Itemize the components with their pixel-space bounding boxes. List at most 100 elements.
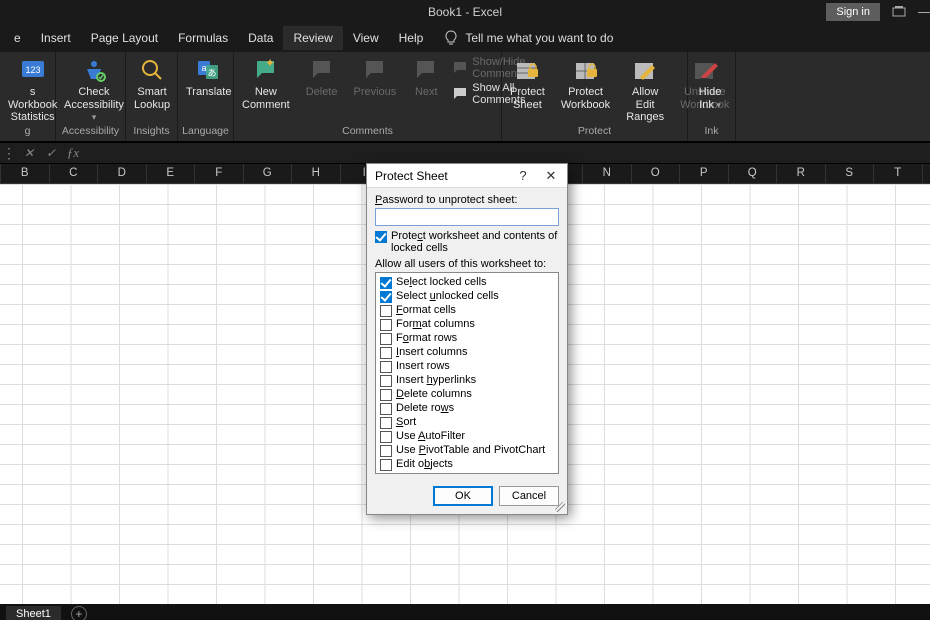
permission-checkbox[interactable] — [380, 333, 392, 345]
ink-icon — [696, 56, 724, 84]
permission-checkbox[interactable] — [380, 291, 392, 303]
lookup-icon — [138, 56, 166, 84]
password-input[interactable] — [375, 208, 559, 226]
cancel-formula-icon: ✕ — [20, 144, 38, 162]
permission-row[interactable]: Delete columns — [380, 388, 554, 401]
protect-contents-label: Protect worksheet and contents of locked… — [391, 230, 559, 254]
permission-row[interactable]: Insert hyperlinks — [380, 374, 554, 387]
column-header[interactable]: E — [147, 164, 196, 183]
permission-checkbox[interactable] — [380, 417, 392, 429]
next-comment-icon — [412, 56, 440, 84]
permission-row[interactable]: Use PivotTable and PivotChart — [380, 444, 554, 457]
column-header[interactable]: P — [680, 164, 729, 183]
column-header[interactable]: U — [923, 164, 930, 183]
column-header[interactable]: R — [777, 164, 826, 183]
group-protect-label: Protect — [502, 125, 687, 141]
permission-checkbox[interactable] — [380, 319, 392, 331]
hide-ink-button[interactable]: HideInk — [688, 52, 732, 111]
previous-comment-button: Previous — [345, 52, 404, 99]
permissions-list[interactable]: Select locked cellsSelect unlocked cells… — [375, 272, 559, 474]
sign-in-button[interactable]: Sign in — [826, 3, 880, 21]
svg-text:a: a — [201, 63, 206, 73]
column-header[interactable]: N — [583, 164, 632, 183]
dialog-help-button[interactable]: ? — [515, 168, 531, 184]
column-header[interactable]: G — [244, 164, 293, 183]
permission-label: Edit scenarios — [396, 472, 465, 474]
column-header[interactable]: C — [50, 164, 99, 183]
permission-row[interactable]: Insert rows — [380, 360, 554, 373]
protect-contents-checkbox-row[interactable]: Protect worksheet and contents of locked… — [375, 230, 559, 254]
column-header[interactable]: O — [632, 164, 681, 183]
dialog-title: Protect Sheet — [375, 169, 448, 183]
protect-sheet-button[interactable]: ProtectSheet — [502, 52, 553, 111]
tab-formulas[interactable]: Formulas — [168, 26, 238, 50]
translate-button[interactable]: aあ Translate — [178, 52, 239, 99]
name-box-handle[interactable]: ⋮ — [2, 146, 16, 160]
protect-workbook-button[interactable]: ProtectWorkbook — [553, 52, 618, 111]
tell-me-icon — [443, 30, 459, 46]
permission-row[interactable]: Format columns — [380, 318, 554, 331]
permission-row[interactable]: Edit scenarios — [380, 472, 554, 474]
tab-view[interactable]: View — [343, 26, 389, 50]
allow-edit-ranges-button[interactable]: Allow EditRanges — [618, 52, 672, 124]
permission-label: Format rows — [396, 332, 457, 344]
permission-row[interactable]: Use AutoFilter — [380, 430, 554, 443]
column-header[interactable]: T — [874, 164, 923, 183]
fx-icon[interactable]: ƒx — [64, 144, 82, 162]
permission-checkbox[interactable] — [380, 277, 392, 289]
permission-row[interactable]: Delete rows — [380, 402, 554, 415]
group-accessibility-label: Accessibility — [56, 125, 125, 141]
sheet-tab[interactable]: Sheet1 — [6, 606, 61, 620]
tab-review[interactable]: Review — [283, 26, 342, 50]
dialog-titlebar[interactable]: Protect Sheet ? ✕ — [367, 164, 567, 188]
column-header[interactable]: S — [826, 164, 875, 183]
permission-checkbox[interactable] — [380, 431, 392, 443]
permission-row[interactable]: Edit objects — [380, 458, 554, 471]
permission-row[interactable]: Sort — [380, 416, 554, 429]
dialog-resize-grip[interactable] — [555, 502, 565, 512]
permission-checkbox[interactable] — [380, 459, 392, 471]
translate-icon: aあ — [195, 56, 223, 84]
tab-file-edge[interactable]: e — [4, 26, 31, 50]
permission-row[interactable]: Format cells — [380, 304, 554, 317]
permission-checkbox[interactable] — [380, 361, 392, 373]
permission-row[interactable]: Select unlocked cells — [380, 290, 554, 303]
formula-input[interactable] — [86, 146, 928, 160]
check-accessibility-button[interactable]: CheckAccessibility — [56, 52, 132, 124]
tab-pagelayout[interactable]: Page Layout — [81, 26, 168, 50]
column-header[interactable]: B — [1, 164, 50, 183]
column-header[interactable]: D — [98, 164, 147, 183]
permission-checkbox[interactable] — [380, 347, 392, 359]
cancel-button[interactable]: Cancel — [499, 486, 559, 506]
tab-help[interactable]: Help — [389, 26, 434, 50]
stats-icon: 123 — [19, 56, 47, 84]
minimize-icon[interactable] — [918, 12, 930, 13]
permission-row[interactable]: Select locked cells — [380, 276, 554, 289]
permission-checkbox[interactable] — [380, 305, 392, 317]
tab-insert[interactable]: Insert — [31, 26, 81, 50]
ribbon-display-options-icon[interactable] — [892, 5, 906, 19]
protect-sheet-dialog: Protect Sheet ? ✕ Password to unprotect … — [366, 163, 568, 515]
permission-row[interactable]: Insert columns — [380, 346, 554, 359]
column-header[interactable]: H — [292, 164, 341, 183]
ok-button[interactable]: OK — [433, 486, 493, 506]
smart-lookup-button[interactable]: SmartLookup — [126, 52, 178, 111]
dialog-close-button[interactable]: ✕ — [543, 168, 559, 184]
permission-checkbox[interactable] — [380, 403, 392, 415]
tab-data[interactable]: Data — [238, 26, 283, 50]
ribbon-tabs: e Insert Page Layout Formulas Data Revie… — [0, 24, 930, 52]
column-header[interactable]: F — [195, 164, 244, 183]
group-proofing-label: g — [0, 125, 55, 141]
add-sheet-button[interactable]: + — [71, 606, 87, 620]
permission-checkbox[interactable] — [380, 445, 392, 457]
permission-row[interactable]: Format rows — [380, 332, 554, 345]
permission-checkbox[interactable] — [380, 389, 392, 401]
column-header[interactable]: Q — [729, 164, 778, 183]
tell-me-input[interactable]: Tell me what you want to do — [459, 31, 619, 45]
permission-checkbox[interactable] — [380, 375, 392, 387]
permission-label: Edit objects — [396, 458, 453, 470]
protect-contents-checkbox[interactable] — [375, 231, 387, 243]
permission-checkbox[interactable] — [380, 473, 392, 474]
new-comment-button[interactable]: ✦ NewComment — [234, 52, 298, 111]
formula-bar: ⋮ ✕ ✓ ƒx — [0, 142, 930, 164]
